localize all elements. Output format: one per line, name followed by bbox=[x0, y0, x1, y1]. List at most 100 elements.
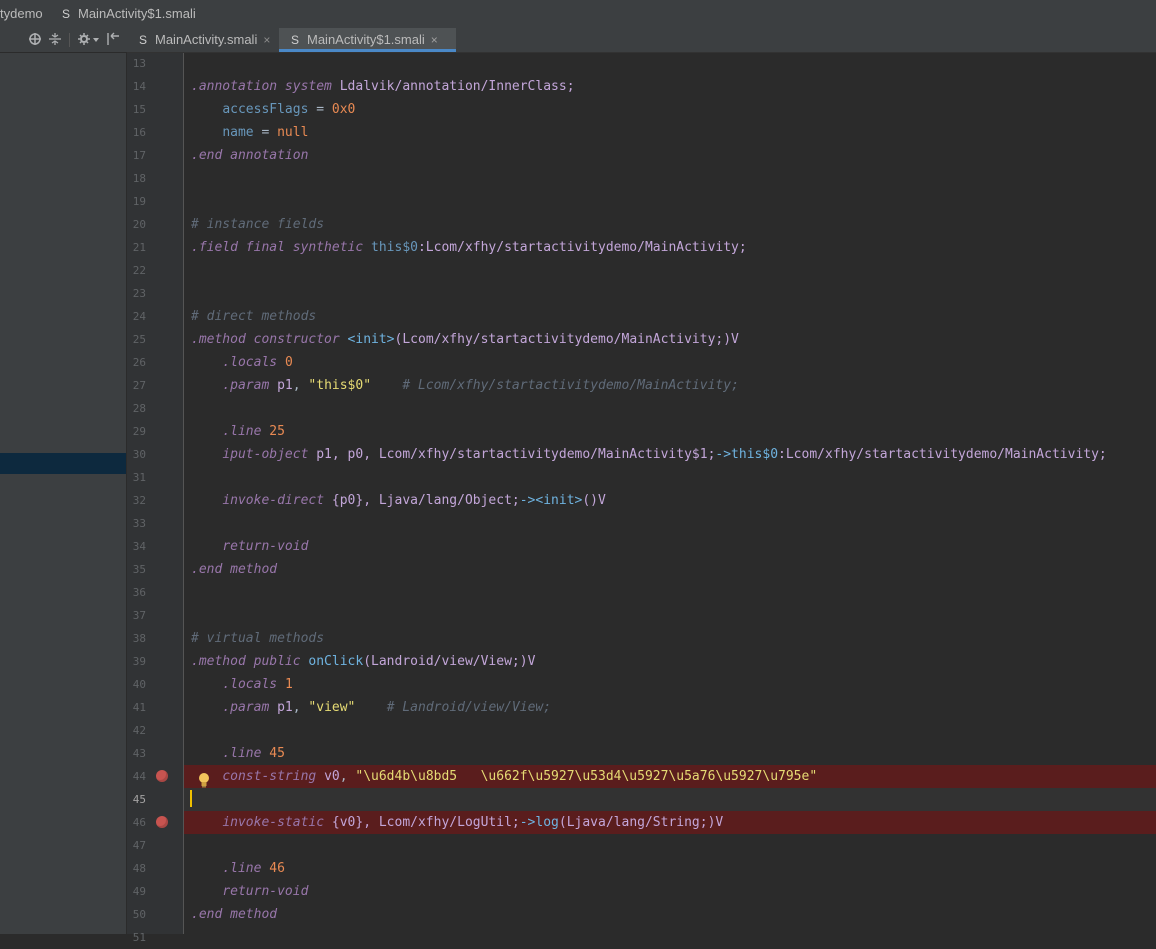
close-icon[interactable]: × bbox=[263, 33, 270, 47]
code-line[interactable] bbox=[184, 719, 1156, 742]
code-line[interactable] bbox=[184, 190, 1156, 213]
code-token: .end annotation bbox=[191, 148, 309, 163]
code-line[interactable] bbox=[184, 397, 1156, 420]
code-line[interactable]: .locals 0 bbox=[184, 351, 1156, 374]
code-editor[interactable]: .annotation system Ldalvik/annotation/In… bbox=[184, 53, 1156, 934]
code-token: .annotation system bbox=[191, 79, 340, 94]
breadcrumb-file[interactable]: S MainActivity$1.smali bbox=[62, 0, 196, 28]
line-number: 37 bbox=[132, 609, 146, 622]
code-token: "\u6d4b\u8bd5 \u662f\u5927\u53d4\u5927\u… bbox=[355, 769, 818, 784]
code-line[interactable] bbox=[184, 581, 1156, 604]
breadcrumb-project[interactable]: tydemo bbox=[0, 0, 43, 28]
line-number: 26 bbox=[132, 356, 146, 369]
code-line[interactable]: .end method bbox=[184, 903, 1156, 926]
code-line[interactable] bbox=[184, 512, 1156, 535]
code-line[interactable]: invoke-direct {p0}, Ljava/lang/Object;->… bbox=[184, 489, 1156, 512]
code-token: invoke-static bbox=[222, 815, 332, 830]
code-line[interactable]: .line 46 bbox=[184, 857, 1156, 880]
code-line[interactable] bbox=[184, 926, 1156, 934]
line-number-gutter[interactable]: 13 14 15 16 17 18 19 20 21 22 23 24 25 26 27 28 29 30 31 32… bbox=[127, 53, 184, 944]
close-icon[interactable]: × bbox=[431, 33, 438, 47]
code-line[interactable]: return-void bbox=[184, 880, 1156, 903]
code-token: null bbox=[277, 125, 309, 140]
breakpoint-icon[interactable] bbox=[156, 816, 168, 828]
tab-mainactivity-smali[interactable]: S MainActivity.smali × bbox=[127, 28, 277, 52]
line-number: 28 bbox=[132, 402, 146, 415]
code-text: .end method bbox=[184, 562, 277, 577]
code-line[interactable]: .end method bbox=[184, 558, 1156, 581]
line-number: 50 bbox=[132, 908, 146, 921]
code-line[interactable]: return-void bbox=[184, 535, 1156, 558]
tab-mainactivity-1-smali[interactable]: S MainActivity$1.smali × bbox=[279, 28, 456, 52]
line-number: 36 bbox=[132, 586, 146, 599]
code-token: , bbox=[292, 378, 309, 393]
collapse-icon[interactable] bbox=[48, 32, 62, 46]
project-toolbar bbox=[0, 28, 127, 53]
code-line[interactable]: .method constructor <init>(Lcom/xfhy/sta… bbox=[184, 328, 1156, 351]
code-line[interactable] bbox=[184, 466, 1156, 489]
code-line[interactable]: # instance fields bbox=[184, 213, 1156, 236]
line-number: 32 bbox=[132, 494, 146, 507]
line-number: 17 bbox=[132, 149, 146, 162]
code-text: .locals 0 bbox=[184, 355, 292, 370]
code-line[interactable]: .annotation system Ldalvik/annotation/In… bbox=[184, 75, 1156, 98]
smali-file-icon: S bbox=[62, 7, 71, 21]
code-line[interactable]: name = null bbox=[184, 121, 1156, 144]
code-line[interactable]: .line 25 bbox=[184, 420, 1156, 443]
lightbulb-icon[interactable] bbox=[198, 772, 210, 788]
line-number: 14 bbox=[132, 80, 146, 93]
code-line[interactable] bbox=[184, 604, 1156, 627]
code-line[interactable]: .method public onClick(Landroid/view/Vie… bbox=[184, 650, 1156, 673]
code-token: .end method bbox=[191, 907, 278, 922]
code-line[interactable] bbox=[184, 282, 1156, 305]
code-line[interactable] bbox=[184, 788, 1156, 811]
code-line[interactable] bbox=[184, 834, 1156, 857]
code-line[interactable]: .field final synthetic this$0:Lcom/xfhy/… bbox=[184, 236, 1156, 259]
code-line[interactable] bbox=[184, 259, 1156, 282]
code-line[interactable]: .locals 1 bbox=[184, 673, 1156, 696]
code-line[interactable] bbox=[184, 53, 1156, 75]
code-line[interactable]: accessFlags = 0x0 bbox=[184, 98, 1156, 121]
code-line[interactable]: .end annotation bbox=[184, 144, 1156, 167]
code-token: accessFlags bbox=[222, 102, 309, 117]
code-token: iput-object bbox=[222, 447, 317, 462]
code-text: .end annotation bbox=[184, 148, 308, 163]
code-line[interactable] bbox=[184, 167, 1156, 190]
code-token: # Landroid/view/View; bbox=[386, 700, 552, 715]
code-line[interactable]: .line 45 bbox=[184, 742, 1156, 765]
code-token: v0 bbox=[324, 769, 340, 784]
breakpoint-icon[interactable] bbox=[156, 770, 168, 782]
code-token: # direct methods bbox=[191, 309, 317, 324]
line-number: 27 bbox=[132, 379, 146, 392]
code-line[interactable]: .param p1, "view" # Landroid/view/View; bbox=[184, 696, 1156, 719]
line-number: 15 bbox=[132, 103, 146, 116]
code-token: return-void bbox=[222, 539, 309, 554]
code-line[interactable]: iput-object p1, p0, Lcom/xfhy/startactiv… bbox=[184, 443, 1156, 466]
code-token: (Ljava/lang/String;)V bbox=[558, 815, 724, 830]
chevron-down-icon[interactable] bbox=[93, 38, 99, 42]
text-caret bbox=[190, 790, 192, 807]
code-line[interactable]: invoke-static {v0}, Lcom/xfhy/LogUtil;->… bbox=[184, 811, 1156, 834]
tab-label: MainActivity$1.smali bbox=[307, 32, 425, 47]
code-line[interactable]: # direct methods bbox=[184, 305, 1156, 328]
code-text: .field final synthetic this$0:Lcom/xfhy/… bbox=[184, 240, 747, 255]
code-line[interactable]: .param p1, "this$0" # Lcom/xfhy/startact… bbox=[184, 374, 1156, 397]
code-line[interactable]: # virtual methods bbox=[184, 627, 1156, 650]
line-number: 35 bbox=[132, 563, 146, 576]
gear-icon[interactable] bbox=[78, 32, 92, 46]
selected-tree-row[interactable] bbox=[0, 453, 126, 474]
target-icon[interactable] bbox=[28, 32, 42, 46]
hide-icon[interactable] bbox=[106, 32, 120, 46]
code-line[interactable]: const-string v0, "\u6d4b\u8bd5 \u662f\u5… bbox=[184, 765, 1156, 788]
code-token: Ldalvik/annotation/InnerClass; bbox=[339, 79, 575, 94]
